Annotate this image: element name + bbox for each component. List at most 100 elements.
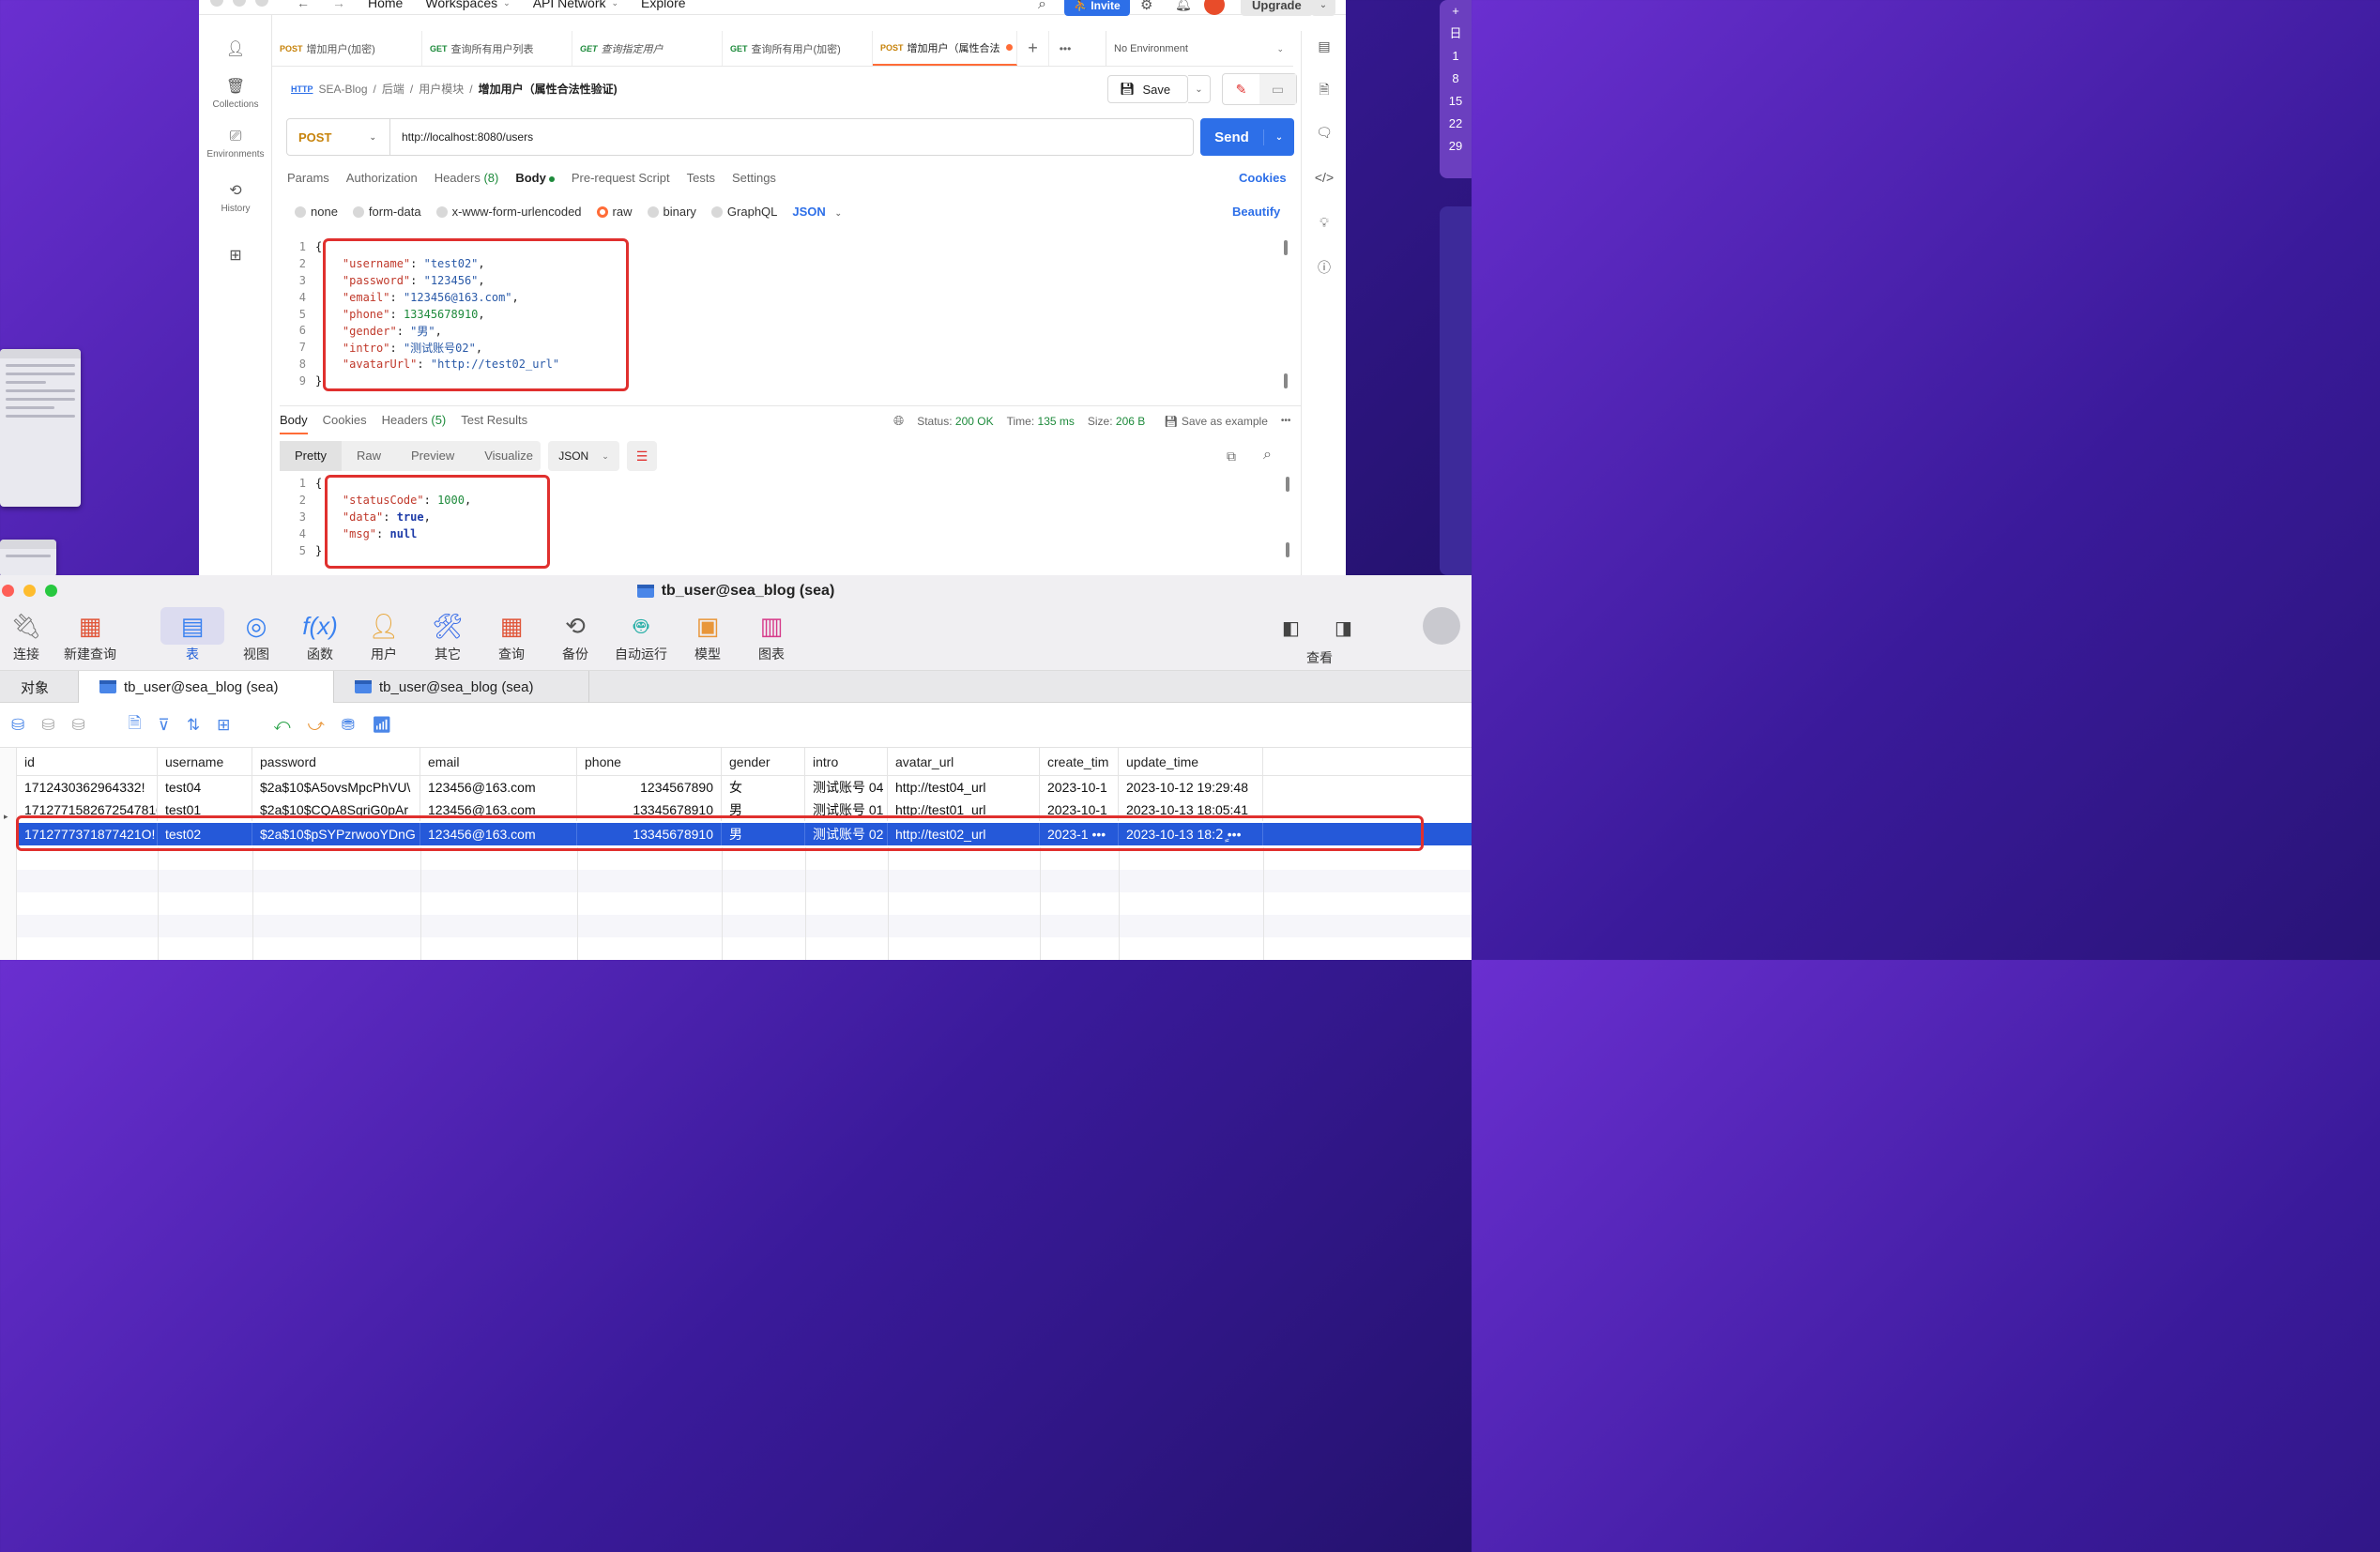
editor-scrollbar[interactable] (1284, 240, 1288, 255)
breadcrumb-folder[interactable]: 后端 (382, 81, 404, 97)
radio-raw[interactable]: raw (596, 205, 633, 219)
response-scrollbar[interactable] (1286, 477, 1289, 492)
table-row[interactable]: 1712430362964332! test04 $2a$10$A5ovsMpcPh… (17, 776, 1472, 799)
filter-icon[interactable]: ⊽ (158, 716, 169, 735)
back-arrow-icon[interactable]: ← (297, 0, 310, 10)
radio-form-data[interactable]: form-data (352, 205, 421, 219)
view-pretty[interactable]: Pretty (280, 441, 342, 471)
tab-table-design[interactable]: tb_user@sea_blog (sea) (79, 671, 334, 703)
toolbar-automation[interactable]: 🤖︎ 自动运行 (609, 607, 673, 671)
tab-authorization[interactable]: Authorization (346, 171, 418, 185)
view-visualize[interactable]: Visualize (469, 441, 548, 471)
response-format-select[interactable]: JSON ⌄ (548, 441, 619, 471)
column-header[interactable]: password (252, 748, 420, 775)
table-cell[interactable]: 1234567890 (577, 776, 722, 799)
wrap-lines-icon[interactable]: ☰ (627, 441, 657, 471)
grid-view-icon[interactable]: ⊞ (217, 716, 230, 735)
sidebar-item-profile[interactable]: 👤︎ (199, 39, 272, 62)
tab-request[interactable]: POST 增加用户(加密) (272, 31, 422, 66)
toolbar-model[interactable]: ▣ 模型 (676, 607, 740, 671)
column-header[interactable]: email (420, 748, 577, 775)
nav-workspaces[interactable]: Workspaces ⌄ (425, 0, 510, 10)
code-icon[interactable]: </> (1302, 170, 1346, 185)
toolbar-user[interactable]: 👤︎ 用户 (352, 607, 416, 671)
breadcrumb-collection[interactable]: SEA-Blog (319, 83, 368, 96)
format-select[interactable]: JSON ⌄ (792, 205, 842, 219)
sort-icon[interactable]: ⇅ (187, 716, 200, 735)
profile-icon[interactable]: 📶︎ (372, 716, 392, 735)
copy-icon[interactable]: ⧉ (1227, 449, 1236, 464)
breadcrumb-folder[interactable]: 用户模块 (419, 81, 464, 97)
minimize-control[interactable] (233, 0, 246, 7)
toolbar-table[interactable]: ▤ 表 (160, 607, 224, 671)
tab-request-active[interactable]: POST 增加用户（属性合法 (873, 31, 1017, 66)
column-header[interactable]: id (17, 748, 158, 775)
documentation-icon[interactable]: 🗎︎ (1302, 80, 1346, 102)
left-panel-toggle-icon[interactable]: ◧ (1282, 616, 1300, 640)
lightbulb-icon[interactable]: 💡︎ (1302, 215, 1346, 231)
table-cell[interactable]: 女 (722, 776, 805, 799)
method-select[interactable]: POST ⌄ (287, 119, 390, 155)
toolbar-function[interactable]: f(x) 函数 (288, 607, 352, 671)
column-header[interactable]: create_tim (1040, 748, 1119, 775)
data-generation-icon[interactable]: ⛃ (342, 716, 355, 735)
column-header[interactable]: update_time (1119, 748, 1263, 775)
sidebar-item-environments[interactable]: ⎚ Environments (199, 129, 272, 160)
column-header[interactable]: gender (722, 748, 805, 775)
sidebar-item-history[interactable]: ⟲ History (199, 181, 272, 214)
tab-params[interactable]: Params (287, 171, 329, 185)
table-cell[interactable]: 2023-10-12 19:29:48 (1119, 776, 1263, 799)
nav-api-network[interactable]: API Network ⌄ (533, 0, 618, 10)
view-raw[interactable]: Raw (342, 441, 396, 471)
tab-objects[interactable]: 对象 (0, 671, 79, 703)
refresh-record-icon[interactable]: ⛁ (72, 716, 85, 735)
environment-quicklook-icon[interactable]: ▤ (1302, 38, 1346, 54)
more-options-icon[interactable]: ••• (1281, 416, 1291, 426)
tab-request[interactable]: GET 查询所有用户列表 (422, 31, 572, 66)
table-cell[interactable]: 123456@163.com (420, 776, 577, 799)
info-icon[interactable]: ⓘ (1302, 258, 1346, 277)
radio-none[interactable]: none (295, 205, 338, 219)
maximize-control[interactable] (45, 585, 57, 597)
toolbar-view[interactable]: ◎ 视图 (224, 607, 288, 671)
toolbar-new-query[interactable]: ▦ 新建查询 (58, 607, 122, 671)
toolbar-connect[interactable]: 🔌︎ 连接 (0, 607, 58, 671)
sidebar-item-add[interactable]: ⊞ (199, 246, 272, 268)
radio-graphql[interactable]: GraphQL (710, 205, 777, 219)
editor-scrollbar[interactable] (1284, 373, 1288, 388)
tab-response-headers[interactable]: Headers (5) (382, 413, 447, 434)
comment-icon[interactable]: ▭ (1259, 74, 1296, 104)
response-scrollbar[interactable] (1286, 542, 1289, 557)
tab-response-body[interactable]: Body (280, 413, 308, 434)
url-input[interactable]: http://localhost:8080/users (390, 130, 533, 144)
tab-test-results[interactable]: Test Results (461, 413, 527, 434)
import-icon[interactable]: ⤺ (273, 716, 290, 735)
view-preview[interactable]: Preview (396, 441, 469, 471)
beautify-link[interactable]: Beautify (1232, 205, 1280, 219)
column-header[interactable]: username (158, 748, 252, 775)
search-icon[interactable]: ⌕ (1263, 447, 1272, 464)
table-cell[interactable]: 测试账号 04 (805, 776, 888, 799)
close-control[interactable] (210, 0, 223, 7)
comments-icon[interactable]: 🗨︎ (1302, 125, 1346, 141)
save-button[interactable]: 💾︎ Save (1107, 75, 1188, 103)
send-button[interactable]: Send ⌄ (1200, 118, 1294, 156)
tab-request[interactable]: GET 查询指定用户 (572, 31, 723, 66)
tab-tests[interactable]: Tests (687, 171, 715, 185)
toolbar-query[interactable]: ▦ 查询 (480, 607, 543, 671)
save-as-example-button[interactable]: 💾︎ Save as example (1164, 415, 1268, 428)
delete-record-icon[interactable]: ⛁ (41, 716, 54, 735)
table-cell[interactable]: $2a$10$A5ovsMpcPhVU\ (252, 776, 420, 799)
maximize-control[interactable] (255, 0, 268, 7)
tab-response-cookies[interactable]: Cookies (323, 413, 367, 434)
settings-gear-icon[interactable]: ⚙ (1140, 0, 1152, 13)
upgrade-dropdown[interactable]: ⌄ (1311, 0, 1335, 16)
save-dropdown[interactable]: ⌄ (1188, 75, 1211, 103)
environment-selector[interactable]: No Environment ⌄ (1106, 31, 1293, 67)
chevron-down-icon[interactable]: ⌄ (1264, 132, 1294, 143)
column-header[interactable]: intro (805, 748, 888, 775)
export-icon[interactable]: ⤻ (308, 716, 325, 735)
search-icon[interactable]: ⌕ (1038, 0, 1046, 13)
add-record-icon[interactable]: ⛁ (11, 716, 24, 735)
close-control[interactable] (2, 585, 14, 597)
